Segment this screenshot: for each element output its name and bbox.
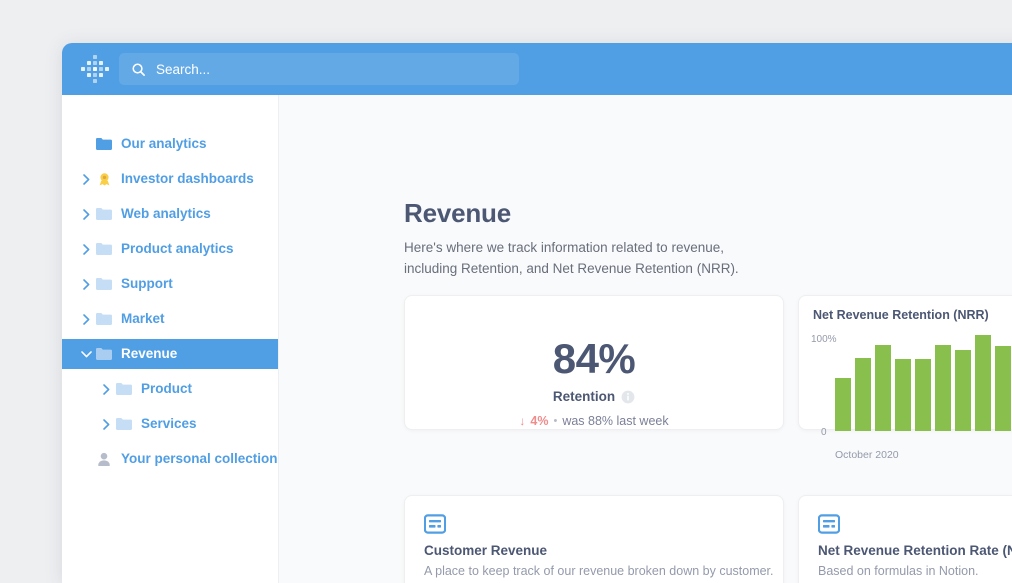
folder-icon [96, 276, 112, 292]
bar[interactable] [935, 345, 951, 431]
folder-icon [96, 241, 112, 257]
nrr-bar-chart: 100% 0 October 2020 [799, 330, 1012, 461]
chevron-right-icon[interactable] [80, 313, 92, 325]
card-title: Customer Revenue [424, 543, 548, 558]
sidebar-item-label: Your personal collection [121, 451, 278, 467]
card-title: Net Revenue Retention Rate (NRR) [818, 543, 1012, 558]
sidebar-item-label: Investor dashboards [121, 171, 254, 187]
folder-icon [96, 206, 112, 222]
chevron-down-icon[interactable] [80, 348, 92, 360]
card-subtitle: Based on formulas in Notion. [818, 564, 979, 578]
app-body: Our analytics Investor dashboards Web an… [62, 95, 1012, 583]
bar[interactable] [955, 350, 971, 431]
search-bar[interactable] [119, 53, 519, 85]
sidebar-item-label: Revenue [121, 346, 178, 362]
search-icon [131, 62, 146, 77]
retention-value: 84% [552, 335, 636, 382]
folder-icon [116, 381, 132, 397]
page-title: Revenue [404, 198, 511, 229]
sidebar-item-market[interactable]: Market [62, 304, 278, 334]
bar[interactable] [875, 345, 891, 431]
table-document-icon [423, 513, 447, 535]
trend-down-arrow-icon: ↓ [519, 414, 526, 428]
chevron-right-icon[interactable] [100, 383, 112, 395]
bar[interactable] [835, 378, 851, 431]
award-icon [96, 171, 112, 187]
sidebar-item-revenue[interactable]: Revenue [62, 339, 278, 369]
bar[interactable] [995, 346, 1011, 431]
table-document-icon [817, 513, 841, 535]
chevron-right-icon[interactable] [80, 278, 92, 290]
content-area: Revenue Here's where we track informatio… [279, 95, 1012, 583]
sidebar-item-our-analytics[interactable]: Our analytics [62, 129, 278, 159]
y-axis-tick-max: 100% [811, 334, 837, 345]
person-icon [96, 451, 112, 467]
sidebar-item-product[interactable]: Product [62, 374, 278, 404]
info-icon[interactable] [621, 390, 635, 404]
retention-label: Retention [552, 389, 616, 404]
retention-card[interactable]: 84% Retention ↓ 4% • was 88% last week [404, 295, 784, 430]
chevron-right-icon[interactable] [80, 173, 92, 185]
sidebar-item-your-personal-collection[interactable]: Your personal collection [62, 444, 278, 474]
folder-icon [96, 136, 112, 152]
trend-note: was 88% last week [562, 414, 669, 428]
bar[interactable] [915, 359, 931, 431]
page-description: Here's where we track information relate… [404, 239, 739, 276]
sidebar-item-web-analytics[interactable]: Web analytics [62, 199, 278, 229]
sidebar-item-label: Market [121, 311, 165, 327]
bar[interactable] [895, 359, 911, 431]
metabase-dot-grid-logo-icon[interactable] [78, 52, 112, 86]
sidebar-item-investor-dashboards[interactable]: Investor dashboards [62, 164, 278, 194]
chevron-right-icon[interactable] [80, 243, 92, 255]
folder-icon [116, 416, 132, 432]
folder-icon [96, 311, 112, 327]
x-axis-label: October 2020 [835, 449, 899, 461]
sidebar-item-label: Product [141, 381, 193, 397]
trend-delta: 4% [530, 414, 549, 428]
sidebar-item-label: Services [141, 416, 197, 432]
search-input[interactable] [156, 61, 486, 77]
bar[interactable] [855, 358, 871, 431]
y-axis-tick-min: 0 [821, 427, 827, 438]
sidebar-item-services[interactable]: Services [62, 409, 278, 439]
nrr-chart-card[interactable]: Net Revenue Retention (NRR) 100% 0 Octob… [798, 295, 1012, 461]
sidebar-item-label: Support [121, 276, 173, 292]
sidebar-item-product-analytics[interactable]: Product analytics [62, 234, 278, 264]
trend-separator: • [553, 415, 558, 427]
retention-label-row: Retention [405, 389, 783, 404]
retention-trend-row: ↓ 4% • was 88% last week [405, 414, 783, 428]
sidebar-item-support[interactable]: Support [62, 269, 278, 299]
folder-icon [96, 346, 112, 362]
bar[interactable] [975, 335, 991, 431]
bar-series [835, 330, 1012, 431]
sidebar-item-label: Our analytics [121, 136, 207, 152]
nrr-chart-title: Net Revenue Retention (NRR) [813, 308, 989, 322]
chevron-right-icon[interactable] [80, 208, 92, 220]
app-window: Our analytics Investor dashboards [62, 43, 1012, 583]
chevron-right-icon[interactable] [100, 418, 112, 430]
sidebar-item-label: Web analytics [121, 206, 211, 222]
sidebar: Our analytics Investor dashboards Web an… [62, 95, 279, 583]
app-header [62, 43, 1012, 95]
card-subtitle: A place to keep track of our revenue bro… [424, 564, 774, 578]
sidebar-item-label: Product analytics [121, 241, 234, 257]
